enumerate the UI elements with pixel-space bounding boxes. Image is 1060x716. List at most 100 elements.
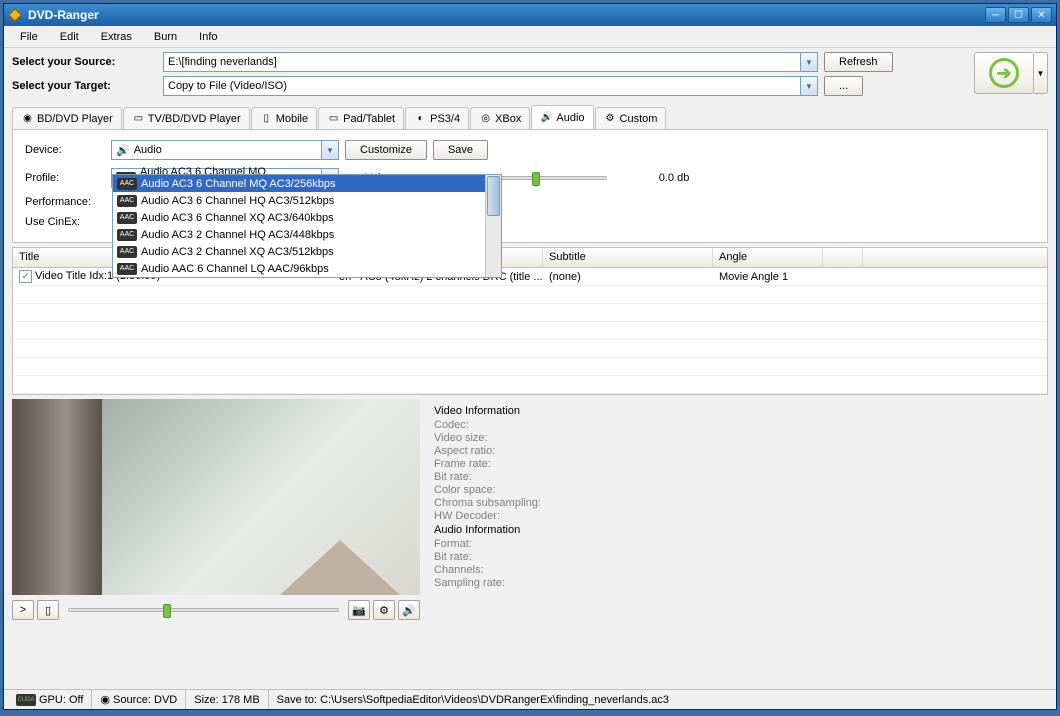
status-size: Size: 178 MB [186, 690, 268, 709]
stop-button[interactable]: ▯ [37, 600, 59, 620]
info-frame-rate: Frame rate: [434, 458, 1044, 470]
close-button[interactable]: ✕ [1031, 7, 1052, 23]
settings-button[interactable]: ⚙ [373, 600, 395, 620]
xbox-icon: ◎ [479, 112, 492, 125]
device-select[interactable]: 🔊Audio▼ [111, 140, 339, 160]
column-header-subtitle[interactable]: Subtitle [543, 248, 713, 267]
info-format: Format: [434, 538, 1044, 550]
disc-icon: ◉ [100, 693, 110, 706]
aac-icon: AAC [117, 263, 137, 275]
main-window: DVD-Ranger ─ ☐ ✕ File Edit Extras Burn I… [3, 3, 1057, 710]
volume-value: 0.0 db [659, 172, 690, 184]
menu-edit[interactable]: Edit [52, 28, 87, 46]
camera-icon: 📷 [352, 604, 366, 617]
table-row [13, 358, 1047, 376]
disc-icon: ◉ [21, 112, 34, 125]
scrollbar-thumb[interactable] [487, 176, 500, 216]
info-video-size: Video size: [434, 432, 1044, 444]
app-icon [8, 8, 22, 22]
browse-button[interactable]: ... [824, 76, 863, 96]
audio-icon: 🔊 [540, 111, 553, 124]
video-info-header: Video Information [434, 405, 1044, 417]
info-channels: Channels: [434, 564, 1044, 576]
seek-slider[interactable] [68, 608, 339, 612]
subtitle-cell: (none) [543, 269, 713, 285]
info-audio-bitrate: Bit rate: [434, 551, 1044, 563]
save-button[interactable]: Save [433, 140, 488, 160]
tab-bd-dvd-player[interactable]: ◉BD/DVD Player [12, 107, 122, 129]
info-bit-rate: Bit rate: [434, 471, 1044, 483]
target-label: Select your Target: [12, 80, 157, 92]
performance-label: Performance: [25, 196, 105, 208]
profile-option[interactable]: AACAudio AC3 6 Channel XQ AC3/640kbps [113, 209, 501, 226]
menu-file[interactable]: File [12, 28, 46, 46]
menu-extras[interactable]: Extras [93, 28, 140, 46]
arrow-right-icon: ➔ [989, 58, 1019, 88]
mobile-icon: ▯ [260, 112, 273, 125]
info-codec: Codec: [434, 419, 1044, 431]
maximize-button[interactable]: ☐ [1008, 7, 1029, 23]
checkbox[interactable]: ✓ [19, 270, 32, 283]
cuda-icon: CUDA [16, 694, 36, 706]
profile-option[interactable]: AACAudio AC3 6 Channel HQ AC3/512kbps [113, 192, 501, 209]
titlebar: DVD-Ranger ─ ☐ ✕ [4, 4, 1056, 26]
tab-tv-bd-dvd-player[interactable]: ▭TV/BD/DVD Player [123, 107, 250, 129]
menu-burn[interactable]: Burn [146, 28, 185, 46]
profile-option[interactable]: AACAudio AC3 6 Channel MQ AC3/256kbps [113, 175, 501, 192]
chevron-down-icon[interactable]: ▼ [800, 77, 817, 95]
play-button[interactable]: > [12, 600, 34, 620]
profile-option[interactable]: AACAudio AC3 2 Channel XQ AC3/512kbps [113, 243, 501, 260]
aac-icon: AAC [117, 195, 137, 207]
info-chroma: Chroma subsampling: [434, 497, 1044, 509]
usecinex-label: Use CinEx: [25, 216, 105, 228]
go-dropdown-button[interactable]: ▼ [1034, 52, 1048, 94]
profile-label: Profile: [25, 172, 105, 184]
tv-icon: ▭ [132, 112, 145, 125]
mute-button[interactable]: 🔊 [398, 600, 420, 620]
video-preview [12, 399, 420, 595]
menu-info[interactable]: Info [191, 28, 225, 46]
tab-mobile[interactable]: ▯Mobile [251, 107, 317, 129]
chevron-down-icon[interactable]: ▼ [321, 141, 338, 159]
profile-option[interactable]: AACAudio AC3 2 Channel HQ AC3/448kbps [113, 226, 501, 243]
statusbar: CUDAGPU: Off ◉Source: DVD Size: 178 MB S… [4, 689, 1056, 709]
window-title: DVD-Ranger [28, 8, 985, 22]
tab-pad-tablet[interactable]: ▭Pad/Tablet [318, 107, 404, 129]
column-header-empty [823, 248, 863, 267]
audio-panel: Device: 🔊Audio▼ Customize Save Profile: … [12, 130, 1048, 243]
status-source: ◉Source: DVD [92, 690, 186, 709]
aac-icon: AAC [117, 212, 137, 224]
profile-dropdown: AACAudio AC3 6 Channel MQ AC3/256kbps AA… [112, 174, 502, 278]
tablet-icon: ▭ [327, 112, 340, 125]
column-header-angle[interactable]: Angle [713, 248, 823, 267]
target-combo[interactable]: Copy to File (Video/ISO)▼ [163, 76, 818, 96]
minimize-button[interactable]: ─ [985, 7, 1006, 23]
menubar: File Edit Extras Burn Info [4, 26, 1056, 48]
gear-icon: ⚙ [379, 604, 389, 617]
refresh-button[interactable]: Refresh [824, 52, 893, 72]
table-row [13, 376, 1047, 394]
info-color-space: Color space: [434, 484, 1044, 496]
source-combo[interactable]: E:\[finding neverlands]▼ [163, 52, 818, 72]
snapshot-button[interactable]: 📷 [348, 600, 370, 620]
profile-option[interactable]: AACAudio AAC 6 Channel LQ AAC/96kbps [113, 260, 501, 277]
tab-audio[interactable]: 🔊Audio [531, 105, 593, 129]
chevron-down-icon[interactable]: ▼ [800, 53, 817, 71]
go-button[interactable]: ➔ [974, 52, 1034, 94]
tab-xbox[interactable]: ◎XBox [470, 107, 530, 129]
source-label: Select your Source: [12, 56, 157, 68]
device-label: Device: [25, 144, 105, 156]
slider-thumb[interactable] [532, 172, 540, 186]
speaker-icon: 🔊 [116, 144, 130, 157]
table-row [13, 304, 1047, 322]
info-panel: Video Information Codec: Video size: Asp… [430, 399, 1048, 621]
scrollbar[interactable] [485, 175, 501, 277]
status-saveto: Save to: C:\Users\SoftpediaEditor\Videos… [269, 690, 1052, 709]
playstation-icon: ◐ [414, 112, 427, 125]
info-sampling-rate: Sampling rate: [434, 577, 1044, 589]
stop-icon: ▯ [45, 604, 51, 617]
slider-thumb[interactable] [163, 604, 171, 618]
tab-ps34[interactable]: ◐PS3/4 [405, 107, 469, 129]
customize-button[interactable]: Customize [345, 140, 427, 160]
tab-custom[interactable]: ⚙Custom [595, 107, 667, 129]
